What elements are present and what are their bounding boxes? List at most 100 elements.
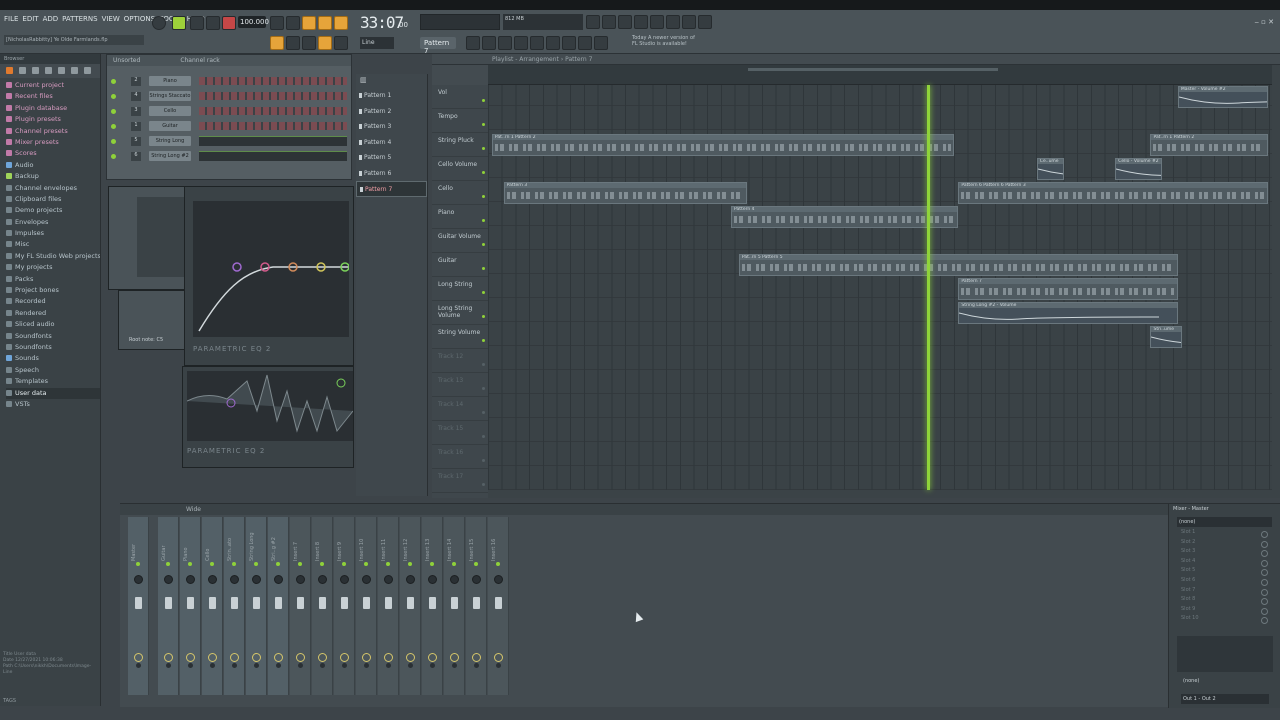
pan-knob[interactable] <box>472 575 481 584</box>
browser-item[interactable]: Audio <box>6 160 100 171</box>
track-mute-led[interactable] <box>482 315 485 318</box>
browser-item[interactable]: Soundfonts <box>6 331 100 342</box>
route-button[interactable] <box>408 663 413 668</box>
track-mute-led[interactable] <box>482 171 485 174</box>
pan-knob[interactable] <box>450 575 459 584</box>
mixer-strip[interactable]: Insert 14 <box>444 517 465 695</box>
volume-fader[interactable] <box>165 597 172 609</box>
pan-knob[interactable] <box>134 575 143 584</box>
info-icon[interactable] <box>682 15 696 29</box>
playlist-clip[interactable]: Pat..rn 1 Pattern 2 <box>491 134 955 156</box>
track-header[interactable]: Track 15 <box>432 421 488 445</box>
browser-item[interactable]: VSTs <box>6 399 100 410</box>
playlist-clip[interactable]: Cello - Volume #2 <box>1115 158 1163 180</box>
volume-fader[interactable] <box>495 597 502 609</box>
playlist-clip[interactable]: Pattern 4 <box>731 206 959 228</box>
pan-knob[interactable] <box>186 575 195 584</box>
channel-row[interactable]: 6 String Long #2 <box>111 150 347 162</box>
track-header[interactable]: Track 17 <box>432 469 488 493</box>
menu-item-patterns[interactable]: PATTERNS <box>62 15 97 23</box>
stereo-separation-knob[interactable] <box>252 653 261 662</box>
browser-item[interactable]: Recorded <box>6 296 100 307</box>
route-button[interactable] <box>342 663 347 668</box>
browser-item[interactable]: Channel envelopes <box>6 183 100 194</box>
pan-knob[interactable] <box>406 575 415 584</box>
route-button[interactable] <box>430 663 435 668</box>
track-header[interactable]: String Pluck <box>432 133 488 157</box>
channel-mixer-track[interactable]: 1 <box>131 121 141 131</box>
browser-item[interactable]: Sliced audio <box>6 319 100 330</box>
track-header[interactable]: Cello Volume <box>432 157 488 181</box>
track-header[interactable]: Vol <box>432 85 488 109</box>
mixer-strip[interactable]: Insert 9 <box>334 517 355 695</box>
mixer-strip-led[interactable] <box>298 562 302 566</box>
volume-fader[interactable] <box>451 597 458 609</box>
browser-search-icon[interactable] <box>45 67 52 74</box>
effect-slot[interactable]: Slot 4 <box>1169 558 1280 568</box>
browser-item[interactable]: Recent files <box>6 91 100 102</box>
effect-slot[interactable]: Slot 2 <box>1169 539 1280 549</box>
browser-collapse-icon[interactable] <box>32 67 39 74</box>
eq-graph-1[interactable] <box>193 201 350 337</box>
track-header[interactable]: String Volume <box>432 325 488 349</box>
pattern-item[interactable]: Pattern 3 <box>356 119 427 135</box>
volume-fader[interactable] <box>135 597 142 609</box>
browser-item[interactable]: Packs <box>6 274 100 285</box>
mixer-strip[interactable]: Insert 12 <box>400 517 421 695</box>
track-mute-led[interactable] <box>482 219 485 222</box>
browser-view-icon[interactable] <box>71 67 78 74</box>
channel-row[interactable]: 5 String Long <box>111 135 347 147</box>
eq-graph-2[interactable] <box>186 371 354 441</box>
save-icon[interactable] <box>650 15 664 29</box>
snap-icon[interactable] <box>270 16 284 30</box>
browser-item[interactable]: Plugin presets <box>6 114 100 125</box>
plugin-window-sampler[interactable] <box>108 186 188 290</box>
pan-knob[interactable] <box>494 575 503 584</box>
channel-mute-led[interactable] <box>111 153 116 159</box>
menu-item-options[interactable]: OPTIONS <box>124 15 155 23</box>
help-icon[interactable] <box>634 15 648 29</box>
playlist-clip[interactable]: Pattern 3 <box>503 182 747 204</box>
playlist-clip[interactable]: Pat..rn 1 Pattern 2 <box>1150 134 1269 156</box>
piano-roll-button[interactable] <box>286 36 300 50</box>
playlist-clip[interactable]: Master - Volume #2 <box>1177 86 1269 108</box>
tempo-display[interactable]: 100.000 <box>238 16 269 28</box>
channel-step-sequencer[interactable] <box>199 122 347 130</box>
timeline-ruler[interactable] <box>488 65 1272 85</box>
track-header[interactable]: Long String <box>432 277 488 301</box>
pan-knob[interactable] <box>230 575 239 584</box>
browser-item[interactable]: Mixer presets <box>6 137 100 148</box>
pan-knob[interactable] <box>208 575 217 584</box>
parametric-eq-window-2[interactable]: PARAMETRIC EQ 2 <box>182 366 354 468</box>
browser-item[interactable]: Project bones <box>6 285 100 296</box>
mixer-eq-panel[interactable] <box>1177 636 1273 672</box>
mixer-strip[interactable]: Insert 15 <box>466 517 487 695</box>
pan-knob[interactable] <box>274 575 283 584</box>
mixer-strip-led[interactable] <box>364 562 368 566</box>
menu-item-add[interactable]: ADD <box>43 15 59 23</box>
stereo-separation-knob[interactable] <box>186 653 195 662</box>
browser-item[interactable]: Templates <box>6 376 100 387</box>
stereo-separation-knob[interactable] <box>340 653 349 662</box>
track-mute-led[interactable] <box>482 195 485 198</box>
pan-knob[interactable] <box>362 575 371 584</box>
pan-knob[interactable] <box>384 575 393 584</box>
effect-slot[interactable]: Slot 3 <box>1169 548 1280 558</box>
record-button[interactable] <box>222 16 236 30</box>
route-button[interactable] <box>210 663 215 668</box>
mixer-strip[interactable]: Insert 8 <box>312 517 333 695</box>
channel-mixer-track[interactable]: 2 <box>131 76 141 86</box>
tools-icon[interactable] <box>578 36 592 50</box>
news-panel[interactable]: Today A newer version of FL Studio is av… <box>632 35 695 47</box>
mixer-strip-led[interactable] <box>276 562 280 566</box>
stereo-separation-knob[interactable] <box>494 653 503 662</box>
route-button[interactable] <box>386 663 391 668</box>
stereo-separation-knob[interactable] <box>428 653 437 662</box>
track-mute-led[interactable] <box>482 267 485 270</box>
arrangement-grid[interactable]: Master - Volume #2 Pat..rn 1 Pattern 2 Pat… <box>488 85 1272 490</box>
channel-step-sequencer[interactable] <box>199 77 347 85</box>
route-button[interactable] <box>276 663 281 668</box>
mixer-strip[interactable]: Insert 7 <box>290 517 311 695</box>
plus-icon[interactable] <box>466 36 480 50</box>
effect-slot[interactable]: Slot 10 <box>1169 615 1280 625</box>
